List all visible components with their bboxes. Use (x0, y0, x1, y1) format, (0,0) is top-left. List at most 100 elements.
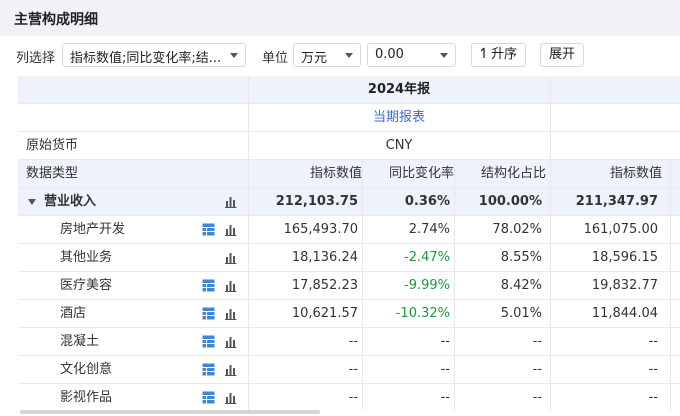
toolbar: 列选择 指标数值;同比变化率;结... 单位 万元 0.00 升序 展开 (0, 40, 680, 70)
table-row[interactable]: 其他业务 18,136.24 -2.47% 8.55% 18,596.15 (18, 244, 680, 272)
divider (550, 76, 551, 410)
sort-ascending-icon (480, 47, 485, 58)
bar-chart-icon[interactable] (224, 223, 237, 236)
row-label: 影视作品 (60, 390, 113, 405)
table-row[interactable]: 文化创意 -- -- -- -- (18, 356, 680, 384)
table-row[interactable]: 营业收入 212,103.75 0.36% 100.00% 211,347.97 (18, 188, 680, 216)
table-icon[interactable] (202, 279, 215, 292)
row-label: 房地产开发 (60, 222, 126, 237)
divider (454, 160, 455, 410)
unit-dropdown[interactable]: 万元 (293, 43, 361, 67)
row-label: 混凝土 (60, 334, 100, 349)
current-report-link[interactable]: 当期报表 (248, 104, 550, 132)
data-table: 2024年报 当期报表 原始货币 CNY 数据类型 指标数值 同比变化率 结构化… (18, 76, 680, 410)
column-header-row: 数据类型 指标数值 同比变化率 结构化占比 指标数值 (18, 160, 680, 188)
cell-value: 10,621.57 (291, 306, 358, 321)
column-select-label: 列选择 (16, 51, 56, 66)
cell-prev-value: 161,075.00 (583, 222, 658, 237)
expand-button-label: 展开 (548, 47, 575, 62)
chevron-down-icon (230, 53, 238, 58)
cell-value: -- (348, 362, 358, 377)
cell-prev-value: -- (648, 390, 658, 405)
cell-prev-value: 11,844.04 (591, 306, 658, 321)
expand-button[interactable]: 展开 (540, 43, 584, 67)
cell-yoy: 0.36% (404, 194, 450, 209)
sort-button-label: 升序 (490, 47, 517, 62)
cell-share: 5.01% (500, 306, 542, 321)
cell-share: 8.55% (500, 250, 542, 265)
unit-label: 单位 (262, 51, 289, 66)
cell-share: -- (532, 390, 542, 405)
table-row[interactable]: 混凝土 -- -- -- -- (18, 328, 680, 356)
divider (248, 76, 249, 410)
cell-prev-value: -- (648, 334, 658, 349)
bar-chart-icon[interactable] (224, 251, 237, 264)
cell-value: -- (348, 334, 358, 349)
table-row[interactable]: 酒店 10,621.57 -10.32% 5.01% 11,844.04 (18, 300, 680, 328)
chevron-down-icon (345, 53, 353, 58)
bar-chart-icon[interactable] (224, 363, 237, 376)
report-link-row: 当期报表 (18, 104, 680, 132)
cell-prev-value: 18,596.15 (591, 250, 658, 265)
header-share: 结构化占比 (480, 166, 546, 181)
unit-value: 万元 (301, 51, 328, 66)
triangle-down-icon[interactable] (28, 198, 36, 205)
header-value: 指标数值 (309, 166, 362, 181)
cell-value: 18,136.24 (291, 250, 358, 265)
cell-yoy: -- (440, 362, 450, 377)
threshold-value: 0.00 (375, 47, 404, 62)
divider (670, 160, 671, 410)
cell-share: 8.42% (500, 278, 542, 293)
cell-value: 212,103.75 (275, 194, 358, 209)
bar-chart-icon[interactable] (224, 279, 237, 292)
table-icon[interactable] (202, 307, 215, 320)
row-label: 酒店 (60, 306, 87, 321)
cell-prev-value: 19,832.77 (591, 278, 658, 293)
column-select-value: 指标数值;同比变化率;结... (70, 51, 220, 66)
cell-prev-value: 211,347.97 (575, 194, 658, 209)
cell-share: 100.00% (478, 194, 542, 209)
column-select-dropdown[interactable]: 指标数值;同比变化率;结... (62, 43, 246, 67)
divider (362, 160, 363, 410)
cell-share: -- (532, 334, 542, 349)
bar-chart-icon[interactable] (224, 335, 237, 348)
period-title: 2024年报 (367, 82, 431, 97)
cell-yoy: -10.32% (395, 306, 450, 321)
currency-value: CNY (385, 138, 413, 153)
cell-share: 78.02% (492, 222, 542, 237)
chevron-down-icon (440, 53, 448, 58)
cell-yoy: -- (440, 390, 450, 405)
panel-title: 主营构成明细 (14, 12, 98, 28)
cell-value: 17,852.23 (291, 278, 358, 293)
cell-share: -- (532, 362, 542, 377)
row-label: 文化创意 (60, 362, 113, 377)
header-yoy: 同比变化率 (388, 166, 454, 181)
currency-label: 原始货币 (26, 138, 79, 153)
cell-value: 165,493.70 (283, 222, 358, 237)
table-row[interactable]: 医疗美容 17,852.23 -9.99% 8.42% 19,832.77 (18, 272, 680, 300)
table-row[interactable]: 房地产开发 165,493.70 2.74% 78.02% 161,075.00 (18, 216, 680, 244)
currency-row: 原始货币 CNY (18, 132, 680, 160)
bar-chart-icon[interactable] (224, 307, 237, 320)
sort-ascending-button[interactable]: 升序 (471, 43, 526, 67)
cell-prev-value: -- (648, 362, 658, 377)
cell-value: -- (348, 390, 358, 405)
period-header-row: 2024年报 (18, 76, 680, 104)
table-icon[interactable] (202, 223, 215, 236)
table-icon[interactable] (202, 391, 215, 404)
cell-yoy: -- (440, 334, 450, 349)
data-type-label: 数据类型 (26, 166, 79, 181)
row-label: 其他业务 (60, 250, 113, 265)
cell-yoy: -9.99% (404, 278, 450, 293)
cell-yoy: 2.74% (408, 222, 450, 237)
panel-header: 主营构成明细 (0, 0, 680, 36)
table-icon[interactable] (202, 363, 215, 376)
bar-chart-icon[interactable] (224, 391, 237, 404)
threshold-dropdown[interactable]: 0.00 (367, 43, 456, 67)
cell-yoy: -2.47% (404, 250, 450, 265)
row-label: 医疗美容 (60, 278, 113, 293)
table-icon[interactable] (202, 335, 215, 348)
table-row[interactable]: 影视作品 -- -- -- -- (18, 384, 680, 410)
horizontal-scrollbar[interactable] (20, 410, 320, 414)
bar-chart-icon[interactable] (224, 195, 237, 208)
